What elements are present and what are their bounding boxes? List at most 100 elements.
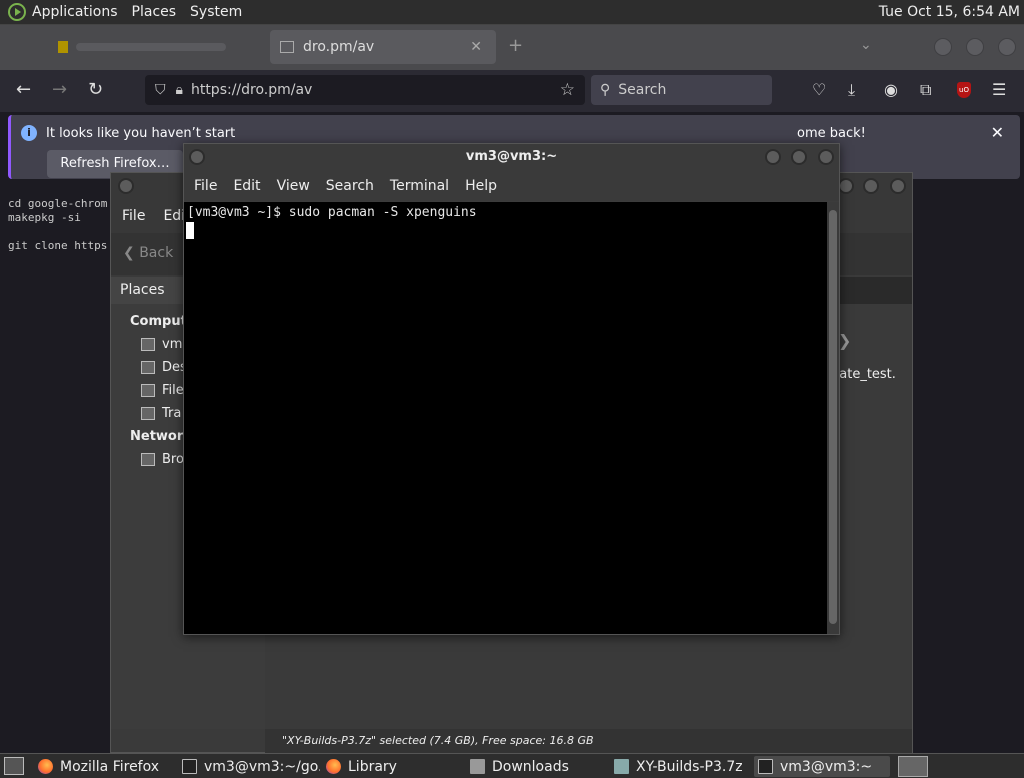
favicon-icon: [58, 41, 68, 53]
extensions-icon[interactable]: ⧉: [920, 80, 931, 100]
tab-active[interactable]: dro.pm/av ✕: [270, 30, 496, 64]
folder-icon: [470, 759, 485, 774]
taskbar-item[interactable]: Downloads: [470, 756, 604, 777]
sidebar-item-label: vm: [162, 337, 183, 352]
sidebar-item-trash[interactable]: Tra: [141, 406, 181, 421]
applications-menu[interactable]: Applications: [32, 4, 118, 20]
command-line: [vm3@vm3 ~]$ sudo pacman -S xpenguins: [187, 205, 477, 220]
system-menu[interactable]: System: [190, 4, 242, 20]
search-icon: ⚲: [600, 82, 611, 98]
taskbar-label: vm3@vm3:~: [780, 758, 873, 775]
page-line: cd google-chrom: [8, 197, 108, 210]
lock-icon[interactable]: 🔒︎: [176, 82, 183, 98]
tab-title-blurred: [76, 43, 226, 51]
page-line: git clone https: [8, 239, 108, 252]
url-text[interactable]: https://dro.pm/av: [191, 82, 312, 98]
tab-strip: dro.pm/av ✕ + ⌄: [0, 25, 1024, 70]
page-text: cd google-chrom makepkg -si git clone http…: [8, 197, 107, 253]
maximize-button[interactable]: [863, 178, 879, 194]
sidebar-item-label: Bro: [162, 452, 184, 467]
taskbar-label: Mozilla Firefox: [60, 758, 160, 775]
minimize-button[interactable]: [934, 38, 952, 56]
tab-background[interactable]: [48, 30, 263, 64]
scrollbar-thumb[interactable]: [829, 210, 837, 624]
notification-text-end: ome back!: [797, 126, 866, 141]
menu-file[interactable]: File: [122, 208, 145, 224]
taskbar-label: vm3@vm3:~/go...: [204, 758, 320, 775]
page-line: makepkg -si: [8, 211, 81, 224]
back-icon[interactable]: ←: [16, 79, 31, 100]
maximize-button[interactable]: [966, 38, 984, 56]
menu-search[interactable]: Search: [326, 178, 374, 194]
firefox-icon: [326, 759, 341, 774]
taskbar-item[interactable]: Library: [326, 756, 460, 777]
bottom-panel: Mozilla Firefox vm3@vm3:~/go... Library …: [0, 753, 1024, 778]
desktop-icon: [141, 361, 155, 374]
sidebar-item-desktop[interactable]: Des: [141, 360, 187, 375]
sidebar-item-home[interactable]: vm: [141, 337, 182, 352]
menu-view[interactable]: View: [277, 178, 310, 194]
account-icon[interactable]: ◉: [884, 80, 898, 99]
search-input[interactable]: ⚲ Search: [591, 75, 772, 105]
menu-edit[interactable]: Edi: [163, 208, 185, 224]
pocket-icon[interactable]: ♡: [812, 80, 826, 99]
status-bar: "XY-Builds-P3.7z" selected (7.4 GB), Fre…: [265, 729, 912, 753]
clock[interactable]: Tue Oct 15, 6:54 AM: [879, 4, 1020, 20]
back-label: Back: [139, 245, 174, 261]
ublock-icon[interactable]: uO: [957, 82, 971, 98]
file-item-label[interactable]: date_test.: [831, 367, 896, 382]
places-menu[interactable]: Places: [132, 4, 177, 20]
shield-icon[interactable]: ⛉: [155, 82, 166, 98]
menu-terminal[interactable]: Terminal: [390, 178, 449, 194]
taskbar-item-active[interactable]: vm3@vm3:~: [754, 756, 890, 777]
terminal-icon: [758, 759, 773, 774]
info-icon: i: [21, 125, 37, 141]
downloads-icon[interactable]: ⤓: [848, 80, 855, 100]
back-button[interactable]: ❮ Back: [123, 245, 173, 261]
sidebar-item-label: File: [162, 383, 184, 398]
text-cursor: [186, 222, 194, 239]
menu-icon[interactable]: ☰: [992, 80, 1006, 99]
terminal-screen[interactable]: [vm3@vm3 ~]$ sudo pacman -S xpenguins: [184, 202, 827, 634]
title-bar[interactable]: vm3@vm3:~: [184, 144, 839, 171]
taskbar-label: XY-Builds-P3.7z: [636, 758, 743, 775]
network-icon: [141, 453, 155, 466]
mate-logo-icon[interactable]: [8, 3, 26, 21]
show-desktop-icon[interactable]: [4, 757, 24, 775]
list-tabs-icon[interactable]: ⌄: [860, 37, 872, 53]
sidebar-item-label: Tra: [162, 406, 182, 421]
close-window-button[interactable]: [818, 149, 834, 165]
scroll-right-icon[interactable]: ❯: [838, 331, 851, 350]
tab-title: dro.pm/av: [303, 39, 375, 55]
forward-icon[interactable]: →: [52, 79, 67, 100]
workspace-switcher[interactable]: [898, 756, 928, 777]
reload-icon[interactable]: ↻: [88, 79, 103, 100]
url-bar[interactable]: ⛉ 🔒︎ https://dro.pm/av ☆: [145, 75, 585, 105]
taskbar-item[interactable]: XY-Builds-P3.7z: [614, 756, 748, 777]
search-placeholder: Search: [618, 82, 667, 98]
trash-icon: [141, 407, 155, 420]
bookmark-star-icon[interactable]: ☆: [560, 80, 575, 100]
minimize-button[interactable]: [765, 149, 781, 165]
tab-close-icon[interactable]: ✕: [470, 39, 482, 55]
menu-file[interactable]: File: [194, 178, 217, 194]
terminal-icon: [182, 759, 197, 774]
taskbar-item[interactable]: Mozilla Firefox: [38, 756, 172, 777]
sidebar-item-filesystem[interactable]: File: [141, 383, 184, 398]
menu-edit[interactable]: Edit: [233, 178, 260, 194]
scrollbar[interactable]: [827, 202, 839, 634]
menu-help[interactable]: Help: [465, 178, 497, 194]
terminal-window: vm3@vm3:~ File Edit View Search Terminal…: [183, 143, 840, 635]
close-window-button[interactable]: [890, 178, 906, 194]
window-menu-button[interactable]: [118, 178, 134, 194]
notification-close-icon[interactable]: ✕: [991, 123, 1004, 142]
new-tab-icon[interactable]: +: [508, 35, 523, 56]
taskbar-item[interactable]: vm3@vm3:~/go...: [182, 756, 320, 777]
sidebar-item-browse-network[interactable]: Bro: [141, 452, 184, 467]
archive-icon: [614, 759, 629, 774]
maximize-button[interactable]: [791, 149, 807, 165]
home-icon: [141, 338, 155, 351]
page-icon: [280, 41, 294, 53]
close-window-button[interactable]: [998, 38, 1016, 56]
minimize-button[interactable]: [838, 178, 854, 194]
